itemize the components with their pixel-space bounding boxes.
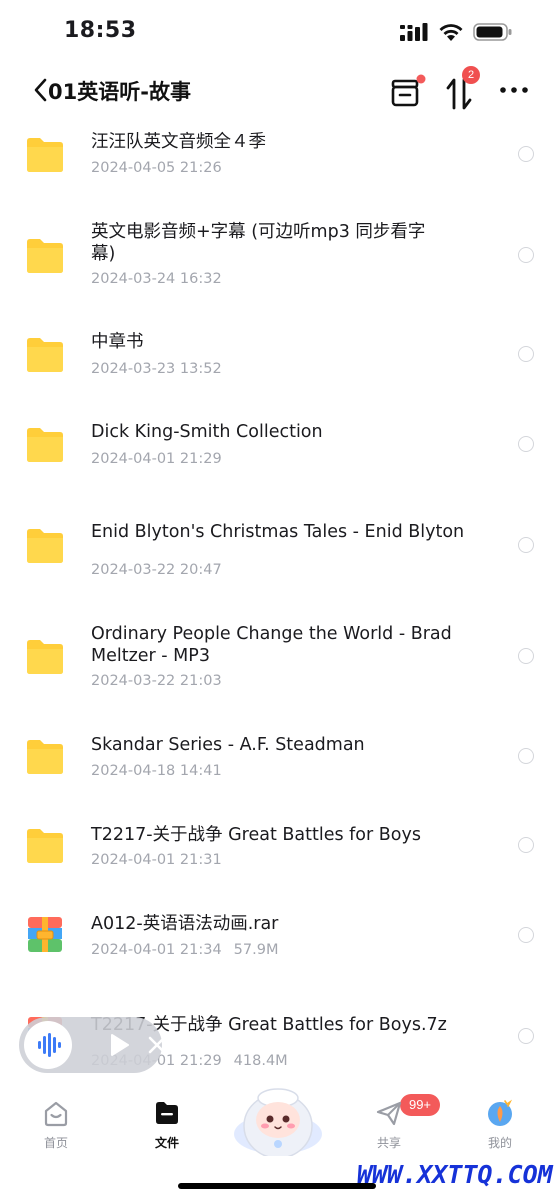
file-meta: 2024-04-01 21:29	[91, 451, 222, 467]
file-size: 57.9M	[233, 942, 279, 958]
page-title: 01英语听-故事	[48, 80, 191, 104]
tab-label: 共享	[376, 1136, 401, 1150]
file-name: 英文电影音频+字幕 (可边听mp3 同步看字幕)	[91, 222, 426, 264]
file-row[interactable]: Skandar Series - A.F. Steadman 2024-04-1…	[0, 720, 555, 810]
file-date: 2024-04-01 21:34	[91, 942, 222, 958]
file-row[interactable]: 汪汪队英文音频全４季 2024-04-05 21:26	[0, 120, 555, 210]
sound-wave-icon	[38, 1033, 61, 1057]
file-row[interactable]: Ordinary People Change the World - Brad …	[0, 610, 555, 720]
wifi-icon	[439, 24, 463, 41]
file-meta: 2024-03-22 20:47	[91, 562, 222, 578]
file-date: 2024-04-05 21:26	[91, 160, 222, 176]
file-date: 2024-03-23 13:52	[91, 361, 222, 377]
select-checkbox[interactable]	[518, 247, 534, 263]
mascot-icon	[234, 1088, 322, 1159]
audio-wave-button[interactable]	[24, 1021, 72, 1069]
tab-profile[interactable]: 我的	[460, 1098, 540, 1158]
tab-files[interactable]: 文件	[127, 1098, 207, 1158]
battery-icon	[473, 23, 512, 41]
file-date: 2024-04-01 21:31	[91, 852, 222, 868]
folder-icon	[27, 239, 63, 273]
select-checkbox[interactable]	[518, 436, 534, 452]
status-time: 18:53	[64, 18, 137, 43]
file-row[interactable]: Enid Blyton's Christmas Tales - Enid Bly…	[0, 500, 555, 610]
home-icon	[44, 1101, 68, 1127]
select-checkbox[interactable]	[518, 648, 534, 664]
file-name: A012-英语语法动画.rar	[91, 914, 279, 934]
ai-assistant-mascot[interactable]	[231, 1086, 326, 1159]
file-date: 2024-04-01 21:29	[91, 451, 222, 467]
file-meta: 2024-04-18 14:41	[91, 763, 222, 779]
folder-icon	[27, 740, 63, 774]
file-date: 2024-03-22 21:03	[91, 673, 222, 689]
file-name: T2217-关于战争 Great Battles for Boys	[91, 825, 421, 845]
file-name: Enid Blyton's Christmas Tales - Enid Bly…	[91, 522, 465, 542]
folder-icon	[156, 1102, 178, 1124]
file-row[interactable]: 英文电影音频+字幕 (可边听mp3 同步看字幕) 2024-03-24 16:3…	[0, 210, 555, 320]
status-bar: 18:53	[0, 0, 555, 62]
folder-icon	[27, 829, 63, 863]
folder-icon	[27, 338, 63, 372]
file-name: Skandar Series - A.F. Steadman	[91, 735, 365, 755]
file-meta: 2024-04-01 21:31	[91, 852, 222, 868]
close-icon[interactable]	[143, 1031, 171, 1059]
file-name: Ordinary People Change the World - Brad …	[91, 624, 452, 666]
file-date: 2024-03-22 20:47	[91, 562, 222, 578]
file-row[interactable]: Dick King-Smith Collection 2024-04-01 21…	[0, 410, 555, 500]
file-size: 418.4M	[233, 1053, 288, 1069]
file-row[interactable]: A012-英语语法动画.rar 2024-04-01 21:34 57.9M	[0, 900, 555, 990]
cellular-signal-icon	[400, 23, 428, 41]
watermark-text: WWW.XXTTQ.COM	[357, 1160, 553, 1189]
home-indicator	[178, 1183, 376, 1189]
transfer-list-icon[interactable]	[388, 74, 428, 114]
sort-badge: 2	[462, 66, 480, 84]
select-checkbox[interactable]	[518, 837, 534, 853]
file-meta: 2024-04-01 21:34 57.9M	[91, 942, 278, 958]
share-icon	[376, 1101, 402, 1126]
file-row[interactable]: 中章书 2024-03-23 13:52	[0, 320, 555, 410]
file-name: Dick King-Smith Collection	[91, 422, 323, 442]
folder-icon	[27, 640, 63, 674]
file-name: 汪汪队英文音频全４季	[91, 132, 266, 152]
tab-label: 文件	[154, 1136, 179, 1150]
tab-share[interactable]: 共享	[349, 1098, 429, 1158]
folder-icon	[27, 138, 63, 172]
tab-home[interactable]: 首页	[16, 1098, 96, 1158]
tab-label: 我的	[487, 1136, 512, 1150]
profile-icon	[488, 1099, 513, 1126]
file-meta: 2024-03-24 16:32	[91, 271, 222, 287]
select-checkbox[interactable]	[518, 146, 534, 162]
file-name: 中章书	[91, 332, 144, 352]
folder-icon	[27, 428, 63, 462]
select-checkbox[interactable]	[518, 346, 534, 362]
file-meta: 2024-03-23 13:52	[91, 361, 222, 377]
select-checkbox[interactable]	[518, 748, 534, 764]
nav-bar: 01英语听-故事 2	[0, 62, 555, 120]
file-row[interactable]: T2217-关于战争 Great Battles for Boys 2024-0…	[0, 810, 555, 900]
file-meta: 2024-03-22 21:03	[91, 673, 222, 689]
more-options-icon[interactable]	[498, 80, 530, 100]
select-checkbox[interactable]	[518, 1028, 534, 1044]
archive-file-icon	[28, 917, 62, 952]
tab-label: 首页	[43, 1136, 68, 1150]
play-icon[interactable]	[103, 1029, 135, 1061]
select-checkbox[interactable]	[518, 927, 534, 943]
file-date: 2024-03-24 16:32	[91, 271, 222, 287]
file-date: 2024-04-18 14:41	[91, 763, 222, 779]
floating-audio-player[interactable]	[19, 1017, 166, 1073]
back-chevron-icon[interactable]	[30, 76, 50, 104]
folder-icon	[27, 529, 63, 563]
file-meta: 2024-04-05 21:26	[91, 160, 222, 176]
select-checkbox[interactable]	[518, 537, 534, 553]
